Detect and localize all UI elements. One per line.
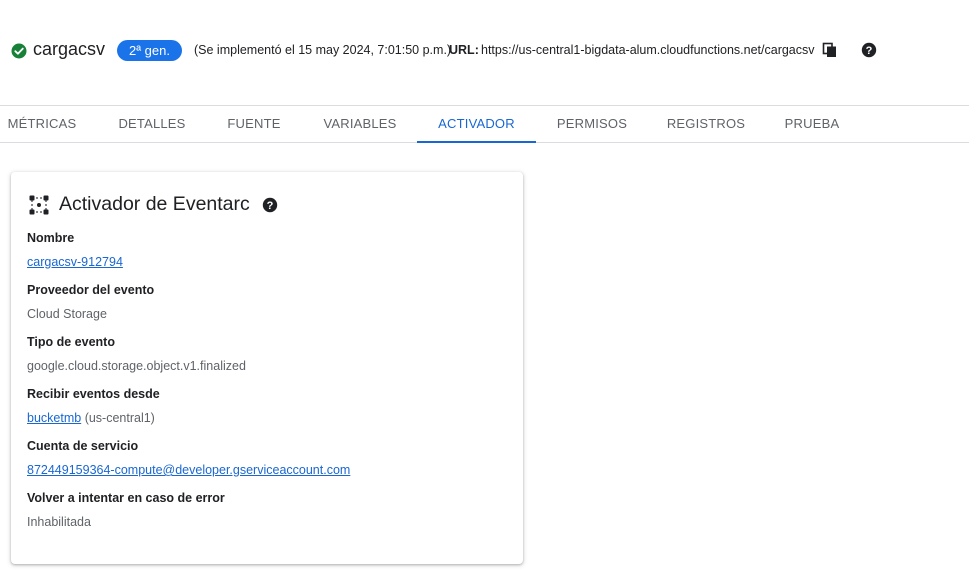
tab-registros[interactable]: REGISTROS <box>660 106 752 143</box>
svg-text:?: ? <box>267 200 274 212</box>
trigger-name-link[interactable]: cargacsv-912794 <box>27 255 123 269</box>
tab-fuente[interactable]: FUENTE <box>214 106 294 143</box>
tab-permisos[interactable]: PERMISOS <box>548 106 636 143</box>
generation-badge: 2ª gen. <box>117 40 182 61</box>
event-type-label: Tipo de evento <box>27 335 115 349</box>
function-name: cargacsv <box>33 39 106 59</box>
function-url[interactable]: https://us-central1-bigdata-alum.cloudfu… <box>481 43 815 57</box>
tab-variables[interactable]: VARIABLES <box>313 106 407 143</box>
card-title: Activador de Eventarc <box>59 193 250 215</box>
service-account-label: Cuenta de servicio <box>27 439 139 453</box>
provider-value: Cloud Storage <box>27 307 107 321</box>
name-label: Nombre <box>27 231 75 245</box>
event-type-value: google.cloud.storage.object.v1.finalized <box>27 359 246 373</box>
retry-label: Volver a intentar en caso de error <box>27 491 225 505</box>
service-account-link[interactable]: 872449159364-compute@developer.gservicea… <box>27 463 350 477</box>
receive-from-value: bucketmb (us-central1) <box>27 411 155 425</box>
deploy-info: (Se implementó el 15 may 2024, 7:01:50 p… <box>194 43 452 57</box>
receive-from-label: Recibir eventos desde <box>27 387 160 401</box>
retry-value: Inhabilitada <box>27 515 91 529</box>
bucket-region: (us-central1) <box>84 411 155 425</box>
eventarc-icon <box>29 195 49 215</box>
help-icon[interactable]: ? <box>861 42 877 58</box>
tab-detalles[interactable]: DETALLES <box>103 106 201 143</box>
eventarc-trigger-card: Activador de Eventarc ? Nombre cargacsv-… <box>11 172 523 564</box>
tab-prueba[interactable]: PRUEBA <box>776 106 848 143</box>
function-header: cargacsv 2ª gen. (Se implementó el 15 ma… <box>0 0 969 105</box>
help-icon[interactable]: ? <box>262 197 278 213</box>
svg-text:?: ? <box>866 45 873 57</box>
bucket-link[interactable]: bucketmb <box>27 411 81 425</box>
copy-icon[interactable] <box>822 42 838 58</box>
provider-label: Proveedor del evento <box>27 283 155 297</box>
tab-activador[interactable]: ACTIVADOR <box>417 106 536 143</box>
tab-metricas[interactable]: MÉTRICAS <box>0 106 84 143</box>
check-circle-icon <box>11 43 27 59</box>
tab-bar: MÉTRICAS DETALLES FUENTE VARIABLES ACTIV… <box>0 105 969 143</box>
url-label: URL: <box>449 43 479 57</box>
